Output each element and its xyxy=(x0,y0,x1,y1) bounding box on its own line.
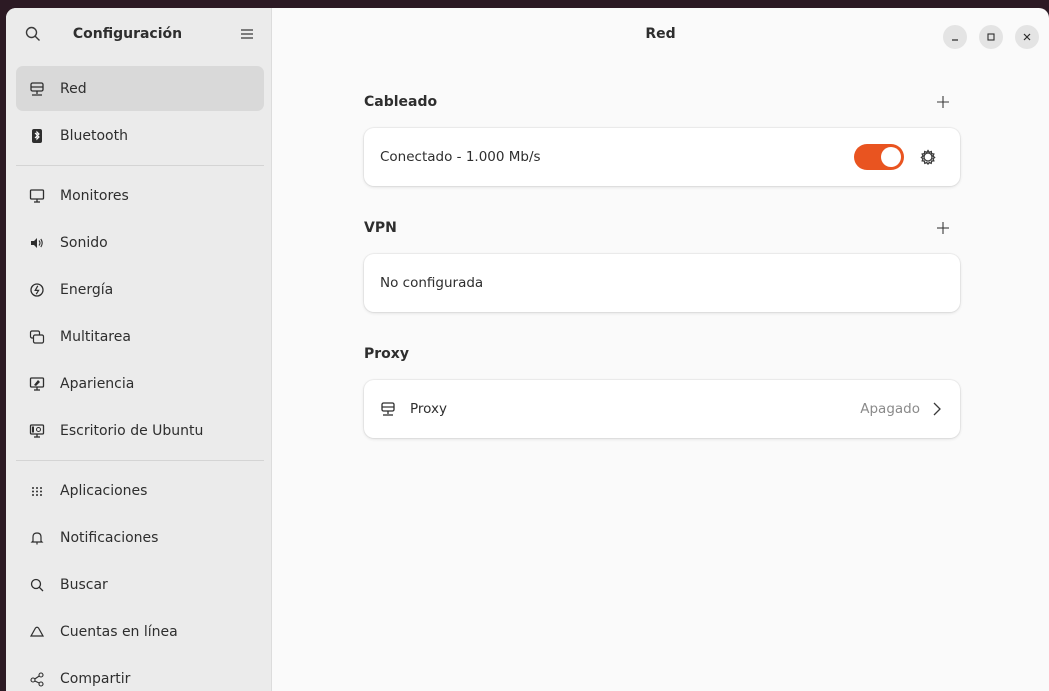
proxy-row[interactable]: Proxy Apagado xyxy=(364,380,960,438)
hamburger-menu-icon[interactable] xyxy=(237,24,257,44)
sidebar-item-energia[interactable]: Energía xyxy=(16,267,264,312)
sidebar-item-label: Escritorio de Ubuntu xyxy=(60,422,204,439)
speaker-icon xyxy=(28,234,46,252)
sidebar-item-label: Notificaciones xyxy=(60,529,159,546)
sidebar-item-notificaciones[interactable]: Notificaciones xyxy=(16,515,264,560)
proxy-section: Proxy Proxy Apagado xyxy=(364,342,960,438)
network-icon xyxy=(380,400,398,418)
wired-status: Conectado - 1.000 Mb/s xyxy=(380,149,541,165)
sidebar-item-label: Multitarea xyxy=(60,328,131,345)
minimize-icon xyxy=(952,39,958,41)
maximize-icon xyxy=(987,33,995,41)
page-title: Red xyxy=(645,26,676,42)
sidebar-item-label: Apariencia xyxy=(60,375,135,392)
add-wired-button[interactable] xyxy=(934,93,952,111)
wired-section-header: Cableado xyxy=(364,90,960,114)
sidebar-item-sonido[interactable]: Sonido xyxy=(16,220,264,265)
sidebar-item-aplicaciones[interactable]: Aplicaciones xyxy=(16,468,264,513)
sidebar-divider xyxy=(16,165,264,166)
sidebar-item-label: Monitores xyxy=(60,187,129,204)
sidebar-item-buscar[interactable]: Buscar xyxy=(16,562,264,607)
ubuntu-desktop-icon xyxy=(28,422,46,440)
wired-section-title: Cableado xyxy=(364,94,438,110)
plus-icon xyxy=(937,222,949,234)
sidebar-item-label: Red xyxy=(60,80,87,97)
vpn-status: No configurada xyxy=(380,275,484,291)
bell-icon xyxy=(28,529,46,547)
sidebar-item-cuentas-en-linea[interactable]: Cuentas en línea xyxy=(16,609,264,654)
sidebar-item-label: Buscar xyxy=(60,576,108,593)
monitor-icon xyxy=(28,187,46,205)
sidebar-item-red[interactable]: Red xyxy=(16,66,264,111)
power-icon xyxy=(28,281,46,299)
settings-window: Configuración Red Bluetooth Monitores So… xyxy=(6,8,1049,691)
close-icon xyxy=(1023,33,1031,41)
plus-icon xyxy=(937,96,949,108)
sidebar-item-label: Cuentas en línea xyxy=(60,623,178,640)
sidebar: Configuración Red Bluetooth Monitores So… xyxy=(6,8,272,691)
sidebar-item-monitores[interactable]: Monitores xyxy=(16,173,264,218)
minimize-button[interactable] xyxy=(943,25,967,49)
chevron-right-icon xyxy=(930,400,944,418)
sidebar-item-apariencia[interactable]: Apariencia xyxy=(16,361,264,406)
sidebar-item-compartir[interactable]: Compartir xyxy=(16,656,264,691)
sidebar-title: Configuración xyxy=(72,26,183,42)
search-icon xyxy=(28,576,46,594)
proxy-label: Proxy xyxy=(410,401,447,417)
sidebar-item-label: Energía xyxy=(60,281,114,298)
vpn-row: No configurada xyxy=(364,254,960,312)
wired-toggle[interactable] xyxy=(854,144,904,170)
sidebar-item-label: Compartir xyxy=(60,670,131,687)
add-vpn-button[interactable] xyxy=(934,219,952,237)
apps-grid-icon xyxy=(28,482,46,500)
appearance-icon xyxy=(28,375,46,393)
sidebar-item-label: Sonido xyxy=(60,234,108,251)
sidebar-nav: Red Bluetooth Monitores Sonido Energía M… xyxy=(16,66,264,691)
wired-connection-row: Conectado - 1.000 Mb/s xyxy=(364,128,960,186)
sidebar-item-escritorio-ubuntu[interactable]: Escritorio de Ubuntu xyxy=(16,408,264,453)
multitask-icon xyxy=(28,328,46,346)
maximize-button[interactable] xyxy=(979,25,1003,49)
sidebar-item-label: Bluetooth xyxy=(60,127,128,144)
main-panel: Red Cableado Conectado - 1.000 Mb/s VPN … xyxy=(272,8,1049,691)
cloud-icon xyxy=(28,623,46,641)
network-icon xyxy=(28,80,46,98)
proxy-status: Apagado xyxy=(860,401,920,417)
vpn-section: VPN No configurada xyxy=(364,216,960,312)
sidebar-item-label: Aplicaciones xyxy=(60,482,148,499)
vpn-section-title: VPN xyxy=(364,220,397,236)
toggle-knob xyxy=(881,147,901,167)
sidebar-item-bluetooth[interactable]: Bluetooth xyxy=(16,113,264,158)
sidebar-item-multitarea[interactable]: Multitarea xyxy=(16,314,264,359)
main-header: Red xyxy=(272,8,1049,60)
bluetooth-icon xyxy=(28,127,46,145)
gear-icon[interactable] xyxy=(918,147,938,167)
sidebar-divider xyxy=(16,460,264,461)
wired-section: Cableado Conectado - 1.000 Mb/s xyxy=(364,90,960,186)
vpn-section-header: VPN xyxy=(364,216,960,240)
sidebar-header: Configuración xyxy=(6,8,271,60)
proxy-section-title: Proxy xyxy=(364,346,409,362)
proxy-section-header: Proxy xyxy=(364,342,960,366)
close-button[interactable] xyxy=(1015,25,1039,49)
share-icon xyxy=(28,670,46,688)
